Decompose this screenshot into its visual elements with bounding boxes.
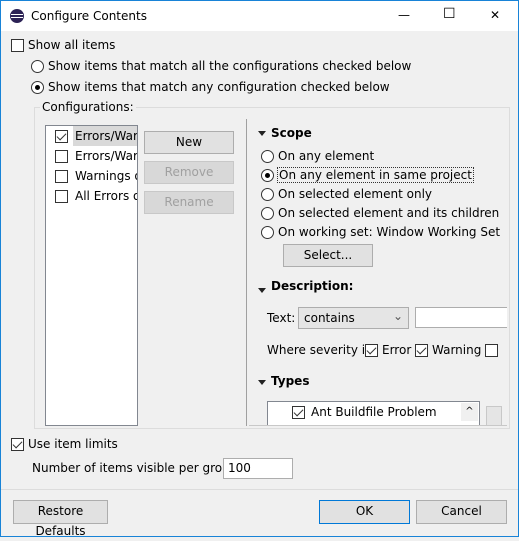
scope-radio-1[interactable] bbox=[261, 169, 274, 182]
text-filter-input[interactable] bbox=[415, 307, 507, 328]
window-title: Configure Contents bbox=[31, 9, 147, 23]
config-item-3[interactable]: All Errors or bbox=[75, 189, 137, 203]
use-item-limits-checkbox[interactable] bbox=[11, 438, 24, 451]
close-button[interactable]: ✕ bbox=[490, 8, 500, 22]
types-side-button[interactable] bbox=[486, 406, 502, 425]
title-bar: Configure Contents — ☐ ✕ bbox=[1, 1, 518, 31]
scope-expand-icon[interactable] bbox=[258, 131, 266, 136]
types-scrollbar-up[interactable]: ^ bbox=[461, 403, 478, 421]
config-checkbox-1[interactable] bbox=[55, 150, 68, 163]
match-any-label: Show items that match any configuration … bbox=[48, 80, 390, 94]
description-expand-icon[interactable] bbox=[258, 288, 266, 293]
type-item-0: Ant Buildfile Problem bbox=[311, 405, 437, 419]
scope-option-1: On any element in same project bbox=[277, 167, 474, 183]
config-item-2[interactable]: Warnings o bbox=[75, 169, 137, 183]
show-all-items-checkbox[interactable] bbox=[11, 39, 24, 52]
maximize-button[interactable]: ☐ bbox=[443, 6, 456, 22]
config-checkbox-0[interactable] bbox=[55, 130, 68, 143]
scope-radio-4[interactable] bbox=[261, 226, 274, 239]
cancel-button[interactable]: Cancel bbox=[416, 500, 507, 524]
config-item-1[interactable]: Errors/Warn bbox=[75, 149, 137, 163]
match-all-label: Show items that match all the configurat… bbox=[48, 59, 412, 73]
description-heading: Description: bbox=[271, 279, 354, 293]
details-panel: Scope On any element On any element in s… bbox=[249, 119, 507, 426]
config-checkbox-2[interactable] bbox=[55, 170, 68, 183]
scope-radio-0[interactable] bbox=[261, 150, 274, 163]
severity-warning-checkbox[interactable] bbox=[415, 344, 428, 357]
scope-heading: Scope bbox=[271, 126, 312, 140]
items-per-group-input[interactable]: 100 bbox=[223, 458, 293, 479]
config-item-0[interactable]: Errors/Warn bbox=[75, 129, 137, 143]
show-all-items-label: Show all items bbox=[28, 38, 116, 52]
rename-button[interactable]: Rename bbox=[144, 191, 234, 214]
severity-label: Where severity is: bbox=[267, 343, 376, 357]
chevron-down-icon: ⌄ bbox=[392, 309, 403, 323]
restore-defaults-button[interactable]: Restore Defaults bbox=[13, 500, 108, 538]
text-operator-select[interactable]: contains ⌄ bbox=[298, 307, 409, 329]
text-label: Text: bbox=[267, 311, 296, 325]
scope-option-0: On any element bbox=[278, 149, 375, 163]
configurations-label: Configurations: bbox=[40, 100, 136, 114]
severity-info-checkbox[interactable] bbox=[485, 344, 498, 357]
types-heading: Types bbox=[271, 374, 310, 388]
minimize-button[interactable]: — bbox=[398, 8, 410, 22]
sash-divider[interactable] bbox=[246, 119, 247, 426]
remove-button[interactable]: Remove bbox=[144, 161, 234, 184]
configurations-list[interactable]: Errors/Warn Errors/Warn Warnings o All E… bbox=[45, 125, 138, 426]
severity-error-label: Error bbox=[382, 343, 412, 357]
match-any-radio[interactable] bbox=[31, 81, 44, 94]
scope-radio-3[interactable] bbox=[261, 207, 274, 220]
scope-option-3: On selected element and its children bbox=[278, 206, 500, 220]
config-checkbox-3[interactable] bbox=[55, 190, 68, 203]
type-checkbox-0[interactable] bbox=[292, 406, 305, 419]
scope-option-2: On selected element only bbox=[278, 187, 433, 201]
match-all-radio[interactable] bbox=[31, 60, 44, 73]
severity-error-checkbox[interactable] bbox=[365, 344, 378, 357]
eclipse-icon bbox=[10, 9, 24, 23]
items-per-group-label: Number of items visible per group: bbox=[32, 461, 242, 475]
types-expand-icon[interactable] bbox=[258, 380, 266, 385]
types-list[interactable]: Ant Buildfile Problem ^ bbox=[267, 401, 480, 425]
select-working-set-button[interactable]: Select... bbox=[283, 244, 373, 267]
footer-separator bbox=[1, 489, 518, 490]
new-button[interactable]: New bbox=[144, 131, 234, 154]
scope-option-4: On working set: Window Working Set bbox=[278, 225, 501, 239]
scope-radio-2[interactable] bbox=[261, 188, 274, 201]
use-item-limits-label: Use item limits bbox=[28, 437, 118, 451]
severity-warning-label: Warning bbox=[432, 343, 482, 357]
text-operator-value: contains bbox=[304, 311, 355, 325]
dialog-window: Configure Contents — ☐ ✕ Show all items … bbox=[0, 0, 519, 538]
ok-button[interactable]: OK bbox=[319, 500, 410, 524]
